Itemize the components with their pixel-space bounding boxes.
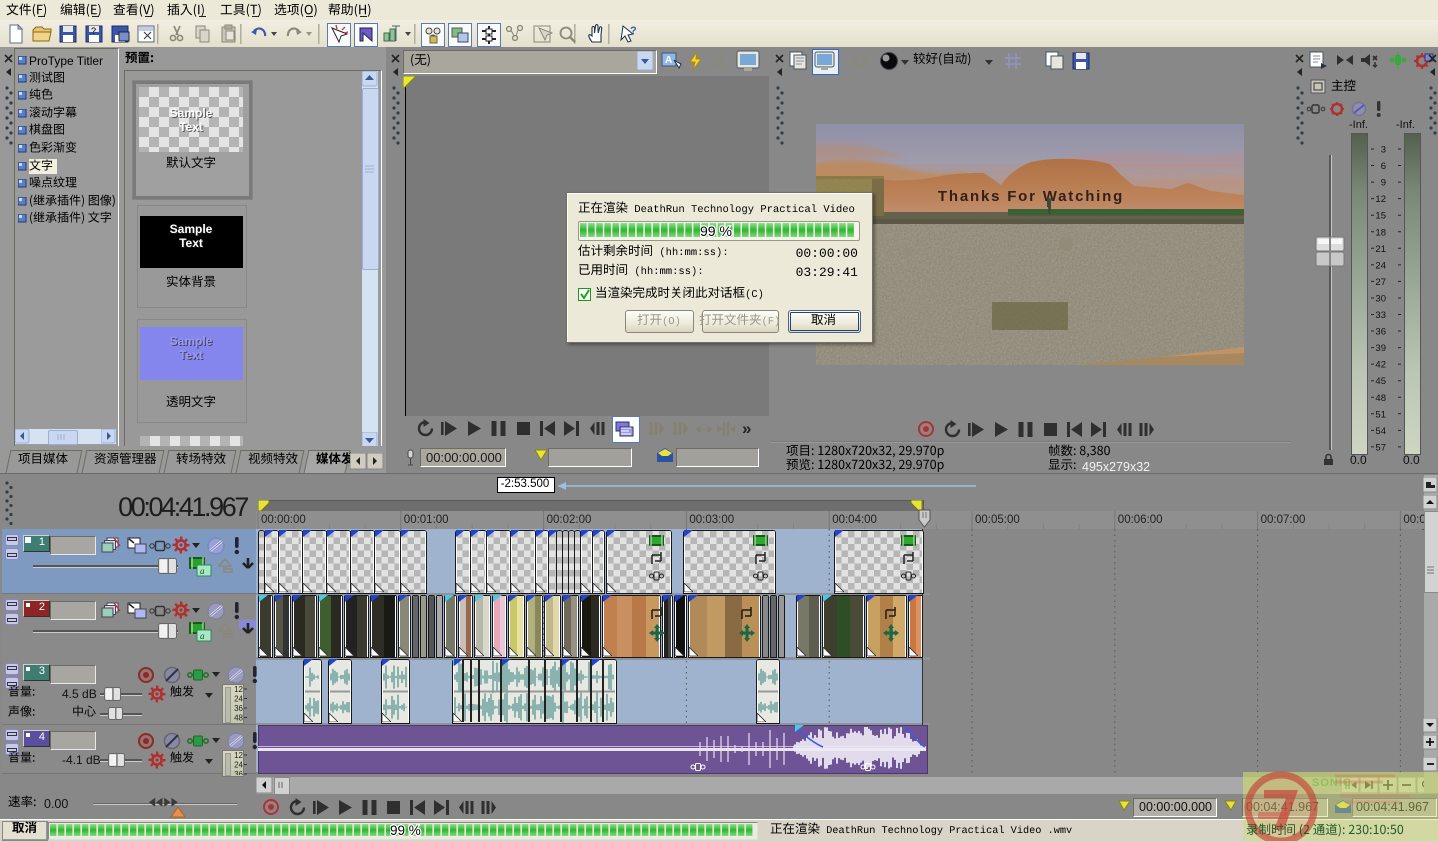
svg-text:18: 18 bbox=[1375, 227, 1386, 238]
svg-text:36: 36 bbox=[234, 704, 243, 713]
svg-text:6: 6 bbox=[1381, 161, 1386, 172]
svg-text:a: a bbox=[200, 566, 205, 576]
svg-text:51: 51 bbox=[1375, 409, 1386, 420]
svg-text:30: 30 bbox=[1375, 293, 1386, 304]
svg-text:12: 12 bbox=[234, 751, 243, 760]
svg-text:24: 24 bbox=[234, 761, 243, 770]
svg-text:27: 27 bbox=[1375, 277, 1386, 288]
svg-text:48: 48 bbox=[1375, 393, 1386, 404]
svg-text:24: 24 bbox=[234, 695, 243, 704]
svg-text:?: ? bbox=[91, 26, 96, 36]
svg-text:15: 15 bbox=[1375, 211, 1386, 222]
svg-text:?: ? bbox=[630, 25, 637, 37]
svg-text:39: 39 bbox=[1375, 343, 1386, 354]
svg-text:99 %: 99 % bbox=[700, 223, 732, 239]
svg-text:12: 12 bbox=[1375, 194, 1386, 205]
svg-text:3: 3 bbox=[1381, 145, 1386, 156]
svg-text:45: 45 bbox=[1375, 376, 1386, 387]
svg-text:12: 12 bbox=[234, 685, 243, 694]
svg-text:99 %: 99 % bbox=[390, 823, 421, 838]
svg-text:9: 9 bbox=[1381, 178, 1386, 189]
svg-text:42: 42 bbox=[1375, 360, 1386, 371]
svg-text:a: a bbox=[200, 631, 205, 641]
svg-text:A: A bbox=[665, 55, 672, 66]
svg-text:54: 54 bbox=[1375, 426, 1386, 437]
svg-text:36: 36 bbox=[234, 770, 243, 775]
svg-text:57: 57 bbox=[1375, 442, 1386, 453]
svg-text:Thanks For Watching: Thanks For Watching bbox=[938, 188, 1124, 205]
svg-text:36: 36 bbox=[1375, 327, 1386, 338]
svg-text:48: 48 bbox=[234, 714, 243, 723]
svg-text:21: 21 bbox=[1375, 244, 1386, 255]
svg-text:24: 24 bbox=[1375, 260, 1386, 271]
svg-text:33: 33 bbox=[1375, 310, 1386, 321]
